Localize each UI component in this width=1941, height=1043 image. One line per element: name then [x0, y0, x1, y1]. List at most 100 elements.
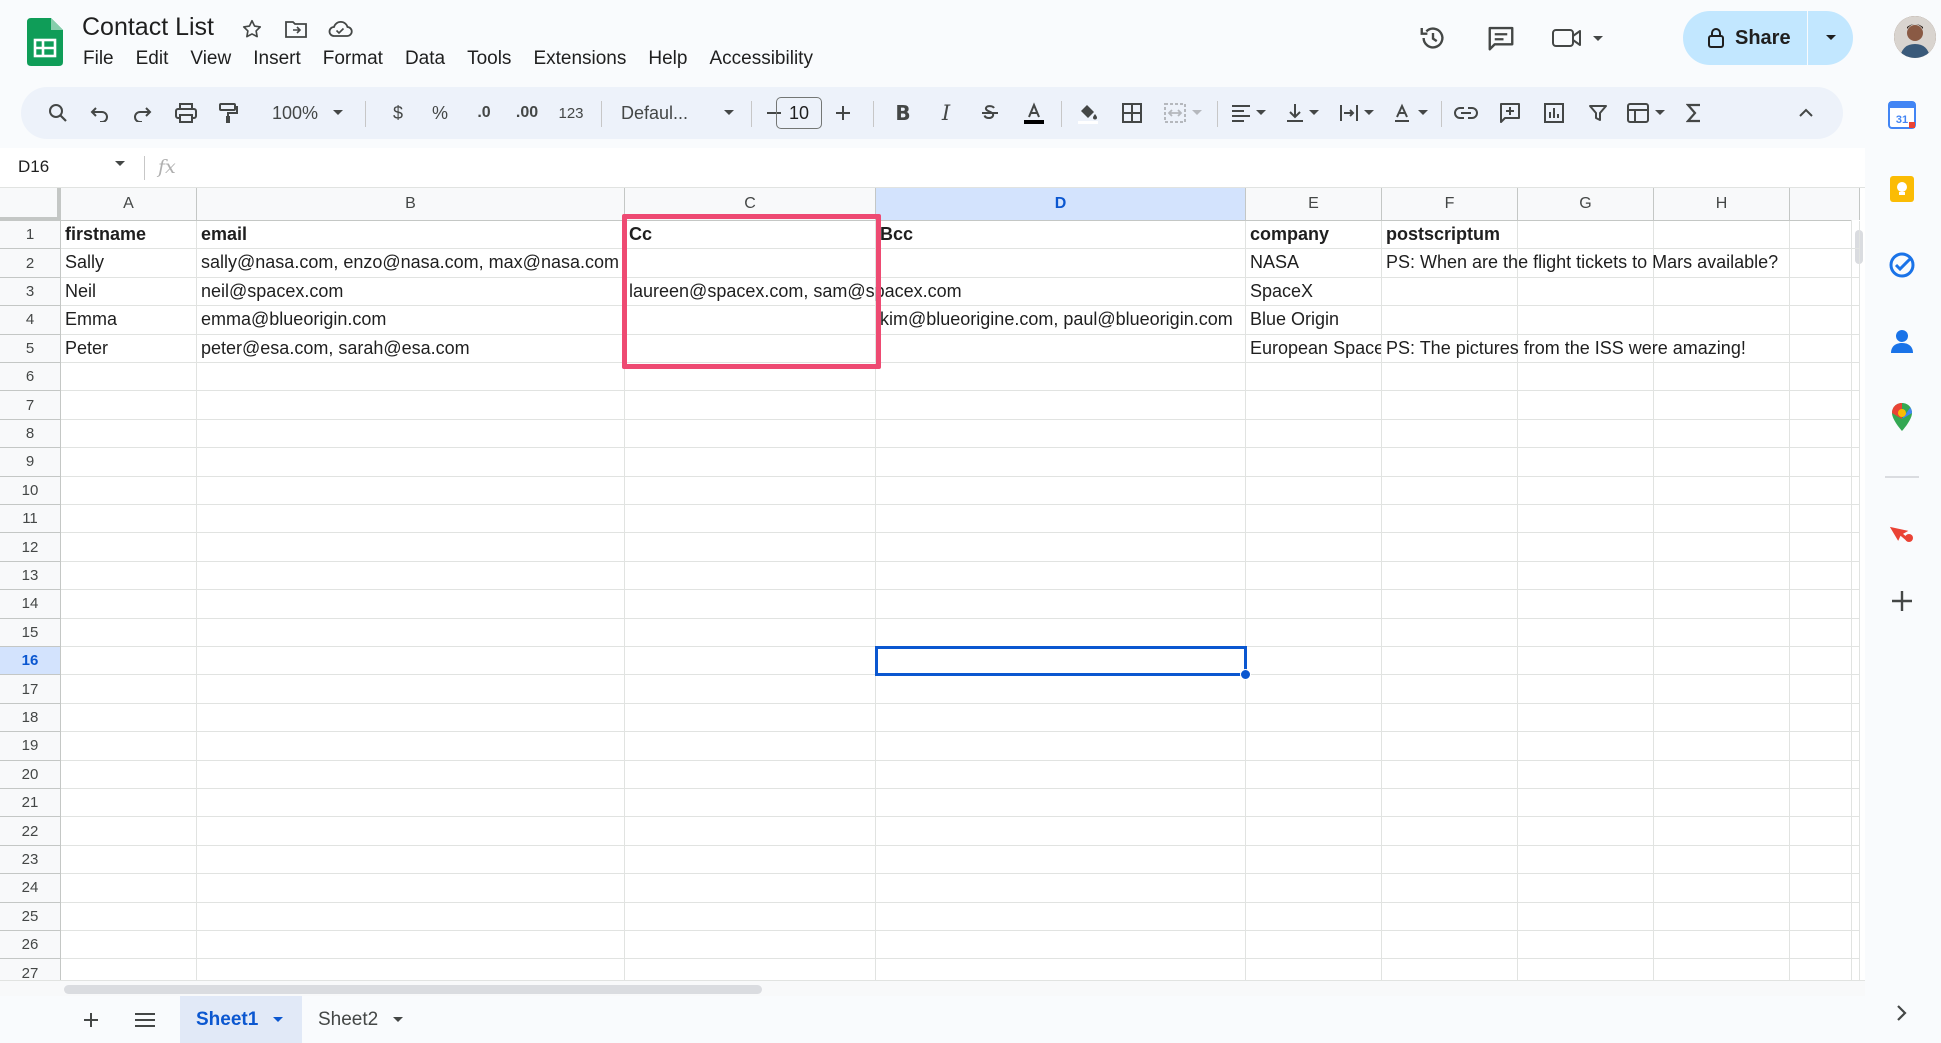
cell-b11[interactable]: [197, 505, 625, 534]
cell-b8[interactable]: [197, 419, 625, 449]
cell-h27[interactable]: [1654, 959, 1790, 980]
cell-h11[interactable]: [1654, 505, 1790, 534]
cell-f9[interactable]: [1382, 448, 1518, 477]
cell-d8[interactable]: [876, 419, 1246, 449]
cell-b23[interactable]: [197, 845, 625, 875]
row-header-25[interactable]: 25: [0, 902, 61, 931]
horizontal-align-icon[interactable]: [1225, 87, 1271, 139]
cell-c18[interactable]: [625, 703, 876, 733]
cell-f21[interactable]: [1382, 789, 1518, 818]
cell-e26[interactable]: [1246, 931, 1382, 960]
cell-b16[interactable]: [197, 647, 625, 676]
row-header-1[interactable]: 1: [0, 221, 61, 250]
cell-f27[interactable]: [1382, 959, 1518, 980]
strikethrough-icon[interactable]: [973, 87, 1007, 139]
more-formats-button[interactable]: 123: [551, 87, 591, 139]
cell-a6[interactable]: [61, 363, 197, 392]
cell-b9[interactable]: [197, 448, 625, 477]
cell-g17[interactable]: [1518, 675, 1654, 704]
cell-e2[interactable]: NASA: [1246, 249, 1382, 278]
cell-d5[interactable]: [876, 334, 1246, 363]
cell-i6[interactable]: [1790, 363, 1860, 392]
cell-i5[interactable]: [1790, 334, 1860, 363]
sheet-tab-sheet2[interactable]: Sheet2: [302, 996, 424, 1043]
cell-d25[interactable]: [876, 902, 1246, 931]
cell-a10[interactable]: [61, 476, 197, 505]
add-icon[interactable]: [1885, 584, 1919, 618]
cell-e11[interactable]: [1246, 505, 1382, 534]
cell-b10[interactable]: [197, 476, 625, 505]
cell-e22[interactable]: [1246, 817, 1382, 846]
keep-icon[interactable]: [1885, 172, 1919, 206]
row-header-5[interactable]: 5: [0, 334, 61, 363]
cell-f14[interactable]: [1382, 590, 1518, 619]
cell-c2[interactable]: [625, 249, 876, 278]
cell-f8[interactable]: [1382, 419, 1518, 449]
cell-g4[interactable]: [1518, 306, 1654, 335]
cell-b20[interactable]: [197, 760, 625, 789]
cell-g23[interactable]: [1518, 845, 1654, 875]
cell-g3[interactable]: [1518, 277, 1654, 307]
cell-g12[interactable]: [1518, 533, 1654, 562]
cell-h24[interactable]: [1654, 874, 1790, 903]
cell-a1[interactable]: firstname: [61, 221, 197, 250]
cell-c23[interactable]: [625, 845, 876, 875]
text-rotation-icon[interactable]: [1387, 87, 1433, 139]
cell-d15[interactable]: [876, 618, 1246, 647]
cell-h18[interactable]: [1654, 703, 1790, 733]
horizontal-scroll-thumb[interactable]: [64, 985, 762, 994]
cell-c13[interactable]: [625, 561, 876, 591]
column-header-h[interactable]: H: [1654, 188, 1790, 221]
cell-e16[interactable]: [1246, 647, 1382, 676]
row-header-23[interactable]: 23: [0, 845, 61, 875]
row-header-6[interactable]: 6: [0, 363, 61, 392]
cell-h1[interactable]: [1654, 221, 1790, 250]
cell-f5[interactable]: PS: The pictures from the ISS were amazi…: [1382, 334, 1746, 363]
cell-h10[interactable]: [1654, 476, 1790, 505]
cell-e17[interactable]: [1246, 675, 1382, 704]
cell-f7[interactable]: [1382, 391, 1518, 420]
cell-d14[interactable]: [876, 590, 1246, 619]
cell-i26[interactable]: [1790, 931, 1860, 960]
cell-a26[interactable]: [61, 931, 197, 960]
cell-i25[interactable]: [1790, 902, 1860, 931]
cell-h12[interactable]: [1654, 533, 1790, 562]
cell-i12[interactable]: [1790, 533, 1860, 562]
cell-c8[interactable]: [625, 419, 876, 449]
row-header-16[interactable]: 16: [0, 647, 61, 676]
cell-g8[interactable]: [1518, 419, 1654, 449]
menu-accessibility[interactable]: Accessibility: [698, 46, 823, 72]
row-header-12[interactable]: 12: [0, 533, 61, 562]
row-header-3[interactable]: 3: [0, 277, 61, 307]
all-sheets-button[interactable]: [118, 996, 172, 1043]
cell-a17[interactable]: [61, 675, 197, 704]
cell-g21[interactable]: [1518, 789, 1654, 818]
cell-e13[interactable]: [1246, 561, 1382, 591]
row-header-8[interactable]: 8: [0, 419, 61, 449]
cell-a13[interactable]: [61, 561, 197, 591]
cell-g14[interactable]: [1518, 590, 1654, 619]
search-menus-icon[interactable]: [41, 87, 75, 139]
row-header-19[interactable]: 19: [0, 732, 61, 761]
row-header-22[interactable]: 22: [0, 817, 61, 846]
document-title[interactable]: Contact List: [82, 13, 214, 42]
cell-i14[interactable]: [1790, 590, 1860, 619]
cell-e24[interactable]: [1246, 874, 1382, 903]
cell-a11[interactable]: [61, 505, 197, 534]
row-header-11[interactable]: 11: [0, 505, 61, 534]
cell-f4[interactable]: [1382, 306, 1518, 335]
share-button[interactable]: Share: [1683, 11, 1807, 65]
redo-icon[interactable]: [125, 87, 159, 139]
cell-h25[interactable]: [1654, 902, 1790, 931]
cell-b7[interactable]: [197, 391, 625, 420]
cell-b5[interactable]: peter@esa.com, sarah@esa.com: [197, 334, 625, 363]
cell-i23[interactable]: [1790, 845, 1860, 875]
cell-g9[interactable]: [1518, 448, 1654, 477]
row-header-18[interactable]: 18: [0, 703, 61, 733]
cell-f22[interactable]: [1382, 817, 1518, 846]
cell-b14[interactable]: [197, 590, 625, 619]
column-header-a[interactable]: A: [61, 188, 197, 221]
row-header-24[interactable]: 24: [0, 874, 61, 903]
cell-a22[interactable]: [61, 817, 197, 846]
cell-h22[interactable]: [1654, 817, 1790, 846]
